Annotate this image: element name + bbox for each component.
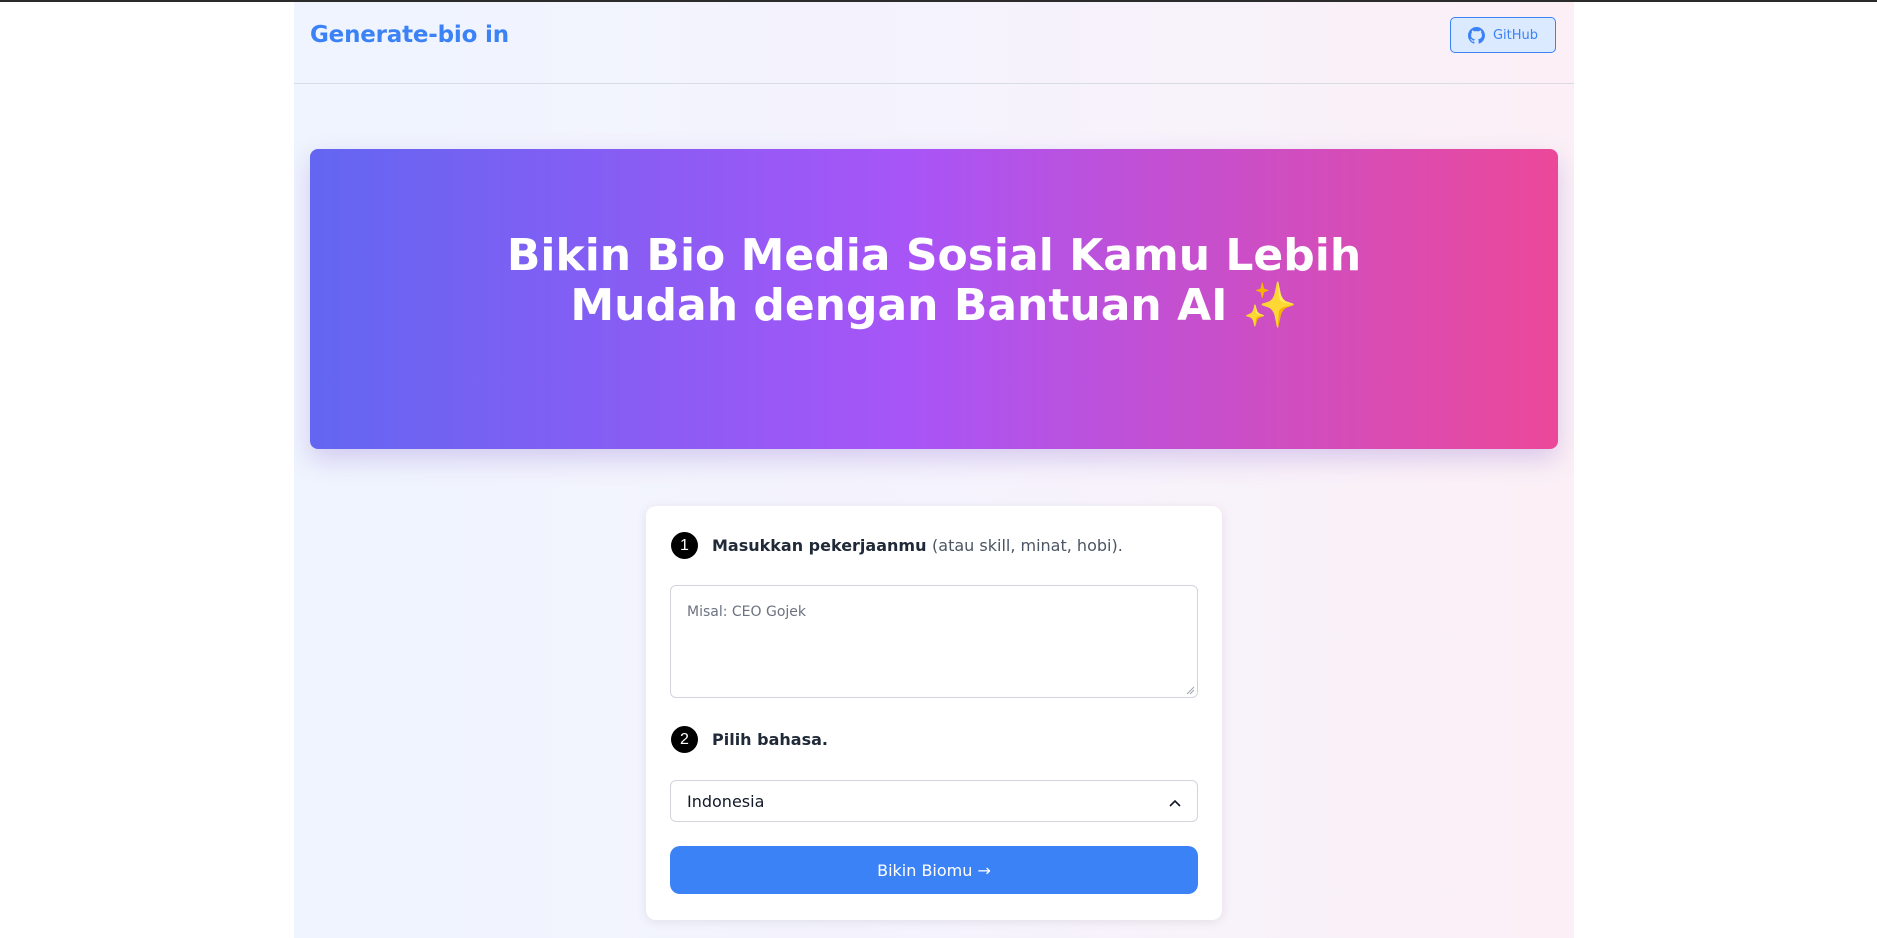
github-button[interactable]: GitHub [1450, 17, 1556, 53]
step-1: 1 Masukkan pekerjaanmu (atau skill, mina… [671, 532, 1123, 559]
job-input-placeholder: Misal: CEO Gojek [687, 604, 807, 620]
github-label: GitHub [1492, 27, 1539, 43]
chevron-up-icon [1169, 792, 1181, 811]
language-select[interactable]: Indonesia [670, 780, 1198, 822]
hero-banner: Bikin Bio Media Sosial Kamu Lebih Mudah … [310, 149, 1558, 449]
generate-bio-button[interactable]: Bikin Biomu → [670, 846, 1198, 894]
resize-handle-icon[interactable] [1185, 685, 1195, 695]
step-1-hint: (atau skill, minat, hobi). [932, 536, 1123, 555]
step-2: 2 Pilih bahasa. [671, 726, 828, 753]
step-1-label-text: Masukkan pekerjaanmu [712, 536, 927, 555]
bio-form-card: 1 Masukkan pekerjaanmu (atau skill, mina… [646, 506, 1222, 920]
step-2-number: 2 [671, 726, 698, 753]
header: Generate-bio in GitHub [294, 2, 1574, 84]
github-icon [1467, 26, 1485, 44]
step-1-label: Masukkan pekerjaanmu (atau skill, minat,… [712, 536, 1123, 555]
hero-title: Bikin Bio Media Sosial Kamu Lebih Mudah … [506, 230, 1362, 331]
step-1-number: 1 [671, 532, 698, 559]
brand-logo[interactable]: Generate-bio in [310, 22, 509, 48]
step-2-label: Pilih bahasa. [712, 730, 828, 749]
language-select-value: Indonesia [687, 791, 765, 811]
page: Generate-bio in GitHub Bikin Bio Media S… [294, 2, 1574, 938]
job-input[interactable]: Misal: CEO Gojek [670, 585, 1198, 698]
